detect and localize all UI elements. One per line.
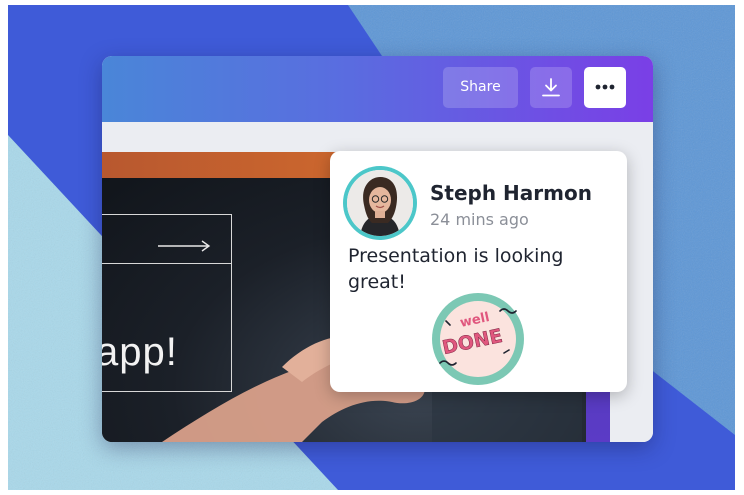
slide-headline: app!	[102, 330, 178, 374]
more-options-button[interactable]	[584, 67, 626, 108]
download-button[interactable]	[530, 67, 572, 108]
arrow-right-icon	[158, 240, 211, 252]
more-horizontal-icon	[595, 84, 615, 90]
share-button[interactable]: Share	[443, 67, 518, 108]
comment-card[interactable]: Steph Harmon 24 mins ago Presentation is…	[330, 151, 627, 392]
top-toolbar: Share	[102, 56, 653, 122]
comment-author: Steph Harmon	[430, 181, 592, 205]
comment-time: 24 mins ago	[430, 210, 529, 229]
slide-button-frame	[102, 214, 232, 264]
download-icon	[542, 78, 560, 97]
comment-message: Presentation is looking great!	[348, 245, 564, 293]
avatar	[343, 166, 417, 240]
well-done-sticker[interactable]: well DONE	[430, 291, 526, 387]
